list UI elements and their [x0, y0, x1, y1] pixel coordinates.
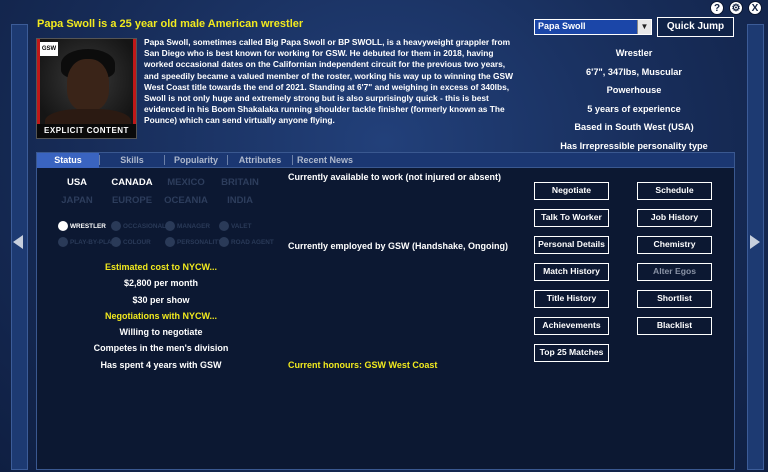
cost-per-show: $30 per show: [132, 294, 190, 305]
job-history-button[interactable]: Job History: [637, 209, 712, 227]
quick-jump-button[interactable]: Quick Jump: [657, 17, 734, 37]
help-icon[interactable]: ?: [710, 1, 724, 15]
nation-canada: CANADA: [111, 177, 153, 188]
current-honours: Current honours: GSW West Coast: [288, 360, 438, 370]
tab-skills[interactable]: Skills: [100, 153, 164, 168]
worker-summary: Wrestler 6'7", 347lbs, Muscular Powerhou…: [534, 44, 734, 155]
badge-wrestler: WRESTLER: [58, 221, 106, 231]
tenure-info: Has spent 4 years with GSW: [100, 359, 222, 370]
blacklist-button[interactable]: Blacklist: [637, 317, 712, 335]
tab-recent-news[interactable]: Recent News: [293, 153, 357, 168]
nation-japan: JAPAN: [61, 195, 93, 206]
wrestler-icon: [58, 221, 68, 231]
schedule-button[interactable]: Schedule: [637, 182, 712, 200]
contract-status: Estimated cost to NYCW... $2,800 per mon…: [37, 259, 285, 373]
personal-details-button[interactable]: Personal Details: [534, 236, 609, 254]
nation-usa: USA: [66, 177, 88, 188]
worker-select[interactable]: Papa Swoll ▼: [534, 19, 652, 35]
badge-valet: VALET: [219, 221, 251, 231]
tab-attributes[interactable]: Attributes: [228, 153, 292, 168]
top-25-matches-button[interactable]: Top 25 Matches: [534, 344, 609, 362]
badge-personality: PERSONALITY: [165, 237, 222, 247]
nation-mexico: MEXICO: [167, 177, 205, 188]
nation-oceania: OCEANIA: [164, 195, 208, 206]
worker-experience: 5 years of experience: [587, 103, 681, 114]
occasional-icon: [111, 221, 121, 231]
availability-status: Currently available to work (not injured…: [288, 172, 502, 182]
worker-location: Based in South West (USA): [574, 122, 694, 132]
worker-physique: 6'7", 347lbs, Muscular: [586, 66, 682, 77]
personality-icon: [165, 237, 175, 247]
microphone-icon: [58, 237, 68, 247]
previous-arrow-icon[interactable]: [13, 235, 23, 249]
tab-status[interactable]: Status: [37, 152, 99, 168]
worker-bio: Papa Swoll, sometimes called Big Papa Sw…: [144, 37, 514, 126]
worker-style: Powerhouse: [606, 85, 662, 95]
close-icon[interactable]: X: [748, 1, 762, 15]
valet-icon: [219, 221, 229, 231]
nation-britain: BRITAIN: [221, 177, 259, 188]
worker-headline: Papa Swoll is a 25 year old male America…: [37, 18, 304, 30]
tab-bar: Status Skills Popularity Attributes Rece…: [37, 152, 734, 168]
road-agent-icon: [219, 237, 229, 247]
worker-photo: GSW EXPLICIT CONTENT: [36, 38, 137, 139]
negotiations-header: Negotiations with NYCW...: [105, 310, 217, 321]
nation-europe: EUROPE: [111, 195, 153, 206]
negotiation-willingness: Willing to negotiate: [119, 327, 203, 338]
employment-status: Currently employed by GSW (Handshake, On…: [288, 241, 509, 251]
worker-role: Wrestler: [615, 48, 653, 58]
nation-india: INDIA: [227, 195, 253, 206]
negotiate-button[interactable]: Negotiate: [534, 182, 609, 200]
photo-caption: EXPLICIT CONTENT: [37, 124, 136, 138]
division-info: Competes in the men's division: [93, 343, 229, 354]
settings-icon[interactable]: ⚙: [729, 1, 743, 15]
worker-select-value: Papa Swoll: [538, 21, 586, 31]
cost-header: Estimated cost to NYCW...: [104, 262, 218, 272]
tab-popularity[interactable]: Popularity: [165, 153, 227, 168]
alter-egos-button[interactable]: Alter Egos: [637, 263, 712, 281]
badge-colour: COLOUR: [111, 237, 151, 247]
talk-to-worker-button[interactable]: Talk To Worker: [534, 209, 609, 227]
worker-status-panel: Status Skills Popularity Attributes Rece…: [36, 152, 735, 470]
promotion-logo: GSW: [40, 42, 58, 56]
next-arrow-icon[interactable]: [750, 235, 760, 249]
badge-occasional: OCCASIONAL: [111, 221, 166, 231]
badge-play-by-play: PLAY-BY-PLAY: [58, 237, 115, 247]
badge-road-agent: ROAD AGENT: [219, 237, 274, 247]
colour-icon: [111, 237, 121, 247]
cost-per-month: $2,800 per month: [123, 278, 199, 289]
shortlist-button[interactable]: Shortlist: [637, 290, 712, 308]
title-history-button[interactable]: Title History: [534, 290, 609, 308]
chevron-down-icon[interactable]: ▼: [637, 20, 651, 34]
manager-icon: [165, 221, 175, 231]
match-history-button[interactable]: Match History: [534, 263, 609, 281]
window-controls: ? ⚙ X: [710, 1, 762, 15]
chemistry-button[interactable]: Chemistry: [637, 236, 712, 254]
achievements-button[interactable]: Achievements: [534, 317, 609, 335]
badge-manager: MANAGER: [165, 221, 210, 231]
